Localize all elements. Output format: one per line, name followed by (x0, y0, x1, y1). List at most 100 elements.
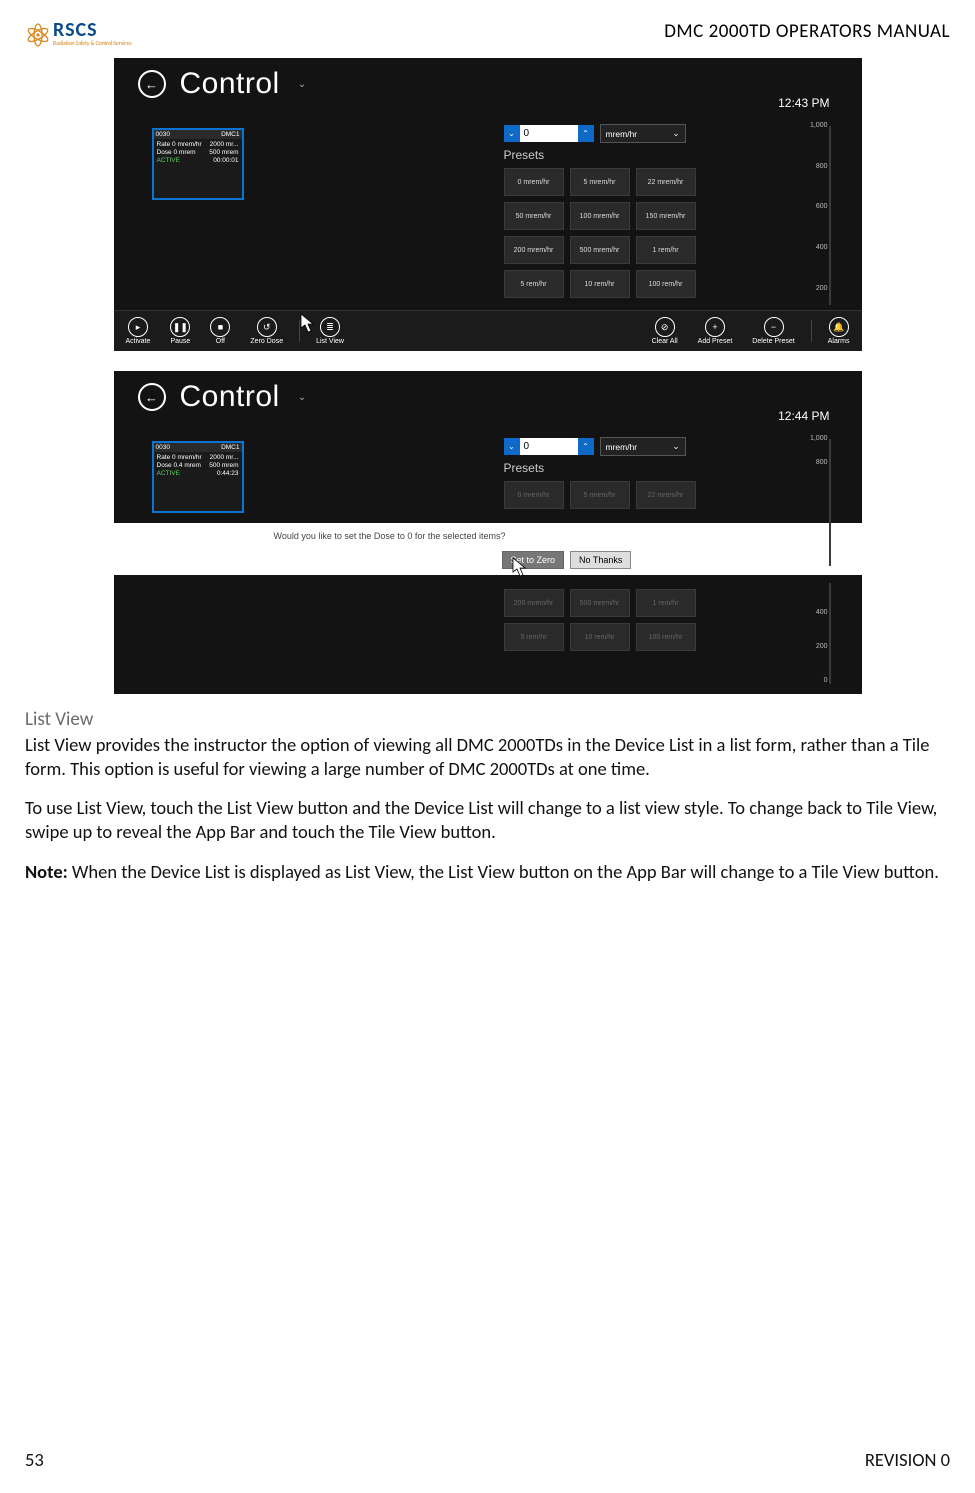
zero-dose-button[interactable]: ↺Zero Dose (250, 317, 283, 345)
axis-scale: 1,000 800 600 400 200 (808, 122, 836, 307)
confirm-dialog: Would you like to set the Dose to 0 for … (114, 523, 862, 575)
device-tile[interactable]: 0030DMC1 Rate 0 mrem/hr2000 mr... Dose 0… (152, 441, 244, 513)
off-button[interactable]: ■Off (210, 317, 230, 345)
note-paragraph: Note: When the Device List is displayed … (25, 860, 950, 884)
list-view-button[interactable]: ≣List View (316, 317, 344, 345)
section-heading: List View (25, 708, 950, 731)
add-preset-button[interactable]: +Add Preset (698, 317, 733, 345)
stop-icon: ■ (210, 317, 230, 337)
spinner-up-icon[interactable]: ⌃ (578, 125, 594, 142)
paragraph: List View provides the instructor the op… (25, 733, 950, 780)
cursor-icon (512, 557, 528, 577)
preset-button[interactable]: 500 mrem/hr (570, 589, 630, 617)
spinner-value[interactable]: 0 (520, 438, 578, 455)
screenshot-control-1: ← Control ⌄ 12:43 PM 0030DMC1 Rate 0 mre… (114, 58, 862, 351)
minus-icon: − (764, 317, 784, 337)
axis-tick: 200 (800, 285, 828, 292)
axis-tick: 1,000 (800, 435, 828, 442)
presets-grid-top: 0 mrem/hr5 mrem/hr22 mrem/hr (504, 481, 696, 509)
preset-button[interactable]: 500 mrem/hr (570, 236, 630, 264)
device-rate-r: 2000 mr... (210, 454, 239, 461)
document-title: DMC 2000TD OPERATORS MANUAL (664, 20, 950, 43)
unit-value: mrem/hr (606, 129, 638, 139)
preset-button[interactable]: 50 mrem/hr (504, 202, 564, 230)
preset-button[interactable]: 5 rem/hr (504, 270, 564, 298)
spinner-value[interactable]: 0 (520, 125, 578, 142)
axis-tick: 400 (800, 609, 828, 616)
unit-select[interactable]: mrem/hr ⌄ (600, 437, 686, 456)
back-icon[interactable]: ← (138, 70, 166, 98)
axis-tick: 400 (800, 244, 828, 251)
delete-preset-button[interactable]: −Delete Preset (752, 317, 794, 345)
logo: RSCS Radiation Safety & Control Services (25, 20, 132, 50)
clear-icon: ⊘ (655, 317, 675, 337)
device-status: ACTIVE (157, 157, 180, 164)
presets-grid-bottom: 200 mrem/hr500 mrem/hr1 rem/hr5 rem/hr10… (504, 589, 696, 651)
chevron-down-icon[interactable]: ⌄ (298, 392, 306, 403)
device-id: 0030 (156, 131, 170, 138)
axis-tick: 200 (800, 643, 828, 650)
device-dose: Dose 0.4 mrem (157, 462, 201, 469)
alarms-button[interactable]: 🔔Alarms (828, 317, 850, 345)
clock: 12:44 PM (778, 409, 829, 423)
axis-tick: 0 (800, 677, 828, 684)
revision-label: REVISION 0 (865, 1448, 950, 1471)
device-dose-r: 500 mrem (209, 149, 238, 156)
axis-tick: 600 (800, 203, 828, 210)
presets-grid: 0 mrem/hr5 mrem/hr22 mrem/hr50 mrem/hr10… (504, 168, 696, 298)
preset-button[interactable]: 22 mrem/hr (636, 168, 696, 196)
device-tile[interactable]: 0030DMC1 Rate 0 mrem/hr2000 mr... Dose 0… (152, 128, 244, 200)
app-bar: ▸Activate ❚❚Pause ■Off ↺Zero Dose ≣List … (114, 310, 862, 351)
cursor-icon (300, 313, 316, 333)
no-thanks-button[interactable]: No Thanks (570, 551, 631, 569)
preset-button[interactable]: 22 mrem/hr (636, 481, 696, 509)
preset-button[interactable]: 100 rem/hr (636, 270, 696, 298)
pause-icon: ❚❚ (170, 317, 190, 337)
logo-subtext: Radiation Safety & Control Services (53, 40, 132, 47)
chevron-down-icon: ⌄ (672, 441, 679, 452)
preset-button[interactable]: 0 mrem/hr (504, 481, 564, 509)
preset-button[interactable]: 5 rem/hr (504, 623, 564, 651)
device-id: 0030 (156, 444, 170, 451)
device-rate-r: 2000 mr... (210, 141, 239, 148)
preset-button[interactable]: 10 rem/hr (570, 623, 630, 651)
atom-icon (25, 20, 51, 50)
bell-icon: 🔔 (829, 317, 849, 337)
activate-button[interactable]: ▸Activate (126, 317, 151, 345)
preset-button[interactable]: 0 mrem/hr (504, 168, 564, 196)
preset-button[interactable]: 200 mrem/hr (504, 236, 564, 264)
pause-button[interactable]: ❚❚Pause (170, 317, 190, 345)
back-icon[interactable]: ← (138, 383, 166, 411)
chevron-down-icon: ⌄ (672, 128, 679, 139)
preset-button[interactable]: 1 rem/hr (636, 589, 696, 617)
note-body: When the Device List is displayed as Lis… (68, 860, 939, 883)
axis-tick: 800 (800, 163, 828, 170)
unit-select[interactable]: mrem/hr ⌄ (600, 124, 686, 143)
clock: 12:43 PM (778, 96, 829, 110)
screen-title: Control (180, 380, 280, 414)
preset-button[interactable]: 150 mrem/hr (636, 202, 696, 230)
device-dose: Dose 0 mrem (157, 149, 196, 156)
screenshot-control-2: ← Control ⌄ 12:44 PM 0030DMC1 Rate 0 mre… (114, 371, 862, 694)
chevron-down-icon[interactable]: ⌄ (298, 79, 306, 90)
spinner-down-icon[interactable]: ⌄ (504, 438, 520, 455)
page-number: 53 (25, 1448, 44, 1471)
preset-button[interactable]: 10 rem/hr (570, 270, 630, 298)
unit-value: mrem/hr (606, 442, 638, 452)
device-rate: Rate 0 mrem/hr (157, 454, 202, 461)
preset-button[interactable]: 100 mrem/hr (570, 202, 630, 230)
device-model: DMC1 (221, 131, 239, 138)
preset-button[interactable]: 200 mrem/hr (504, 589, 564, 617)
preset-button[interactable]: 1 rem/hr (636, 236, 696, 264)
spinner-up-icon[interactable]: ⌃ (578, 438, 594, 455)
presets-label: Presets (504, 148, 545, 162)
presets-label: Presets (504, 461, 545, 475)
preset-button[interactable]: 100 rem/hr (636, 623, 696, 651)
screen-title: Control (180, 67, 280, 101)
logo-text: RSCS (53, 20, 132, 40)
preset-button[interactable]: 5 mrem/hr (570, 481, 630, 509)
spinner-down-icon[interactable]: ⌄ (504, 125, 520, 142)
axis-tick: 800 (800, 459, 828, 466)
preset-button[interactable]: 5 mrem/hr (570, 168, 630, 196)
clear-all-button[interactable]: ⊘Clear All (652, 317, 678, 345)
